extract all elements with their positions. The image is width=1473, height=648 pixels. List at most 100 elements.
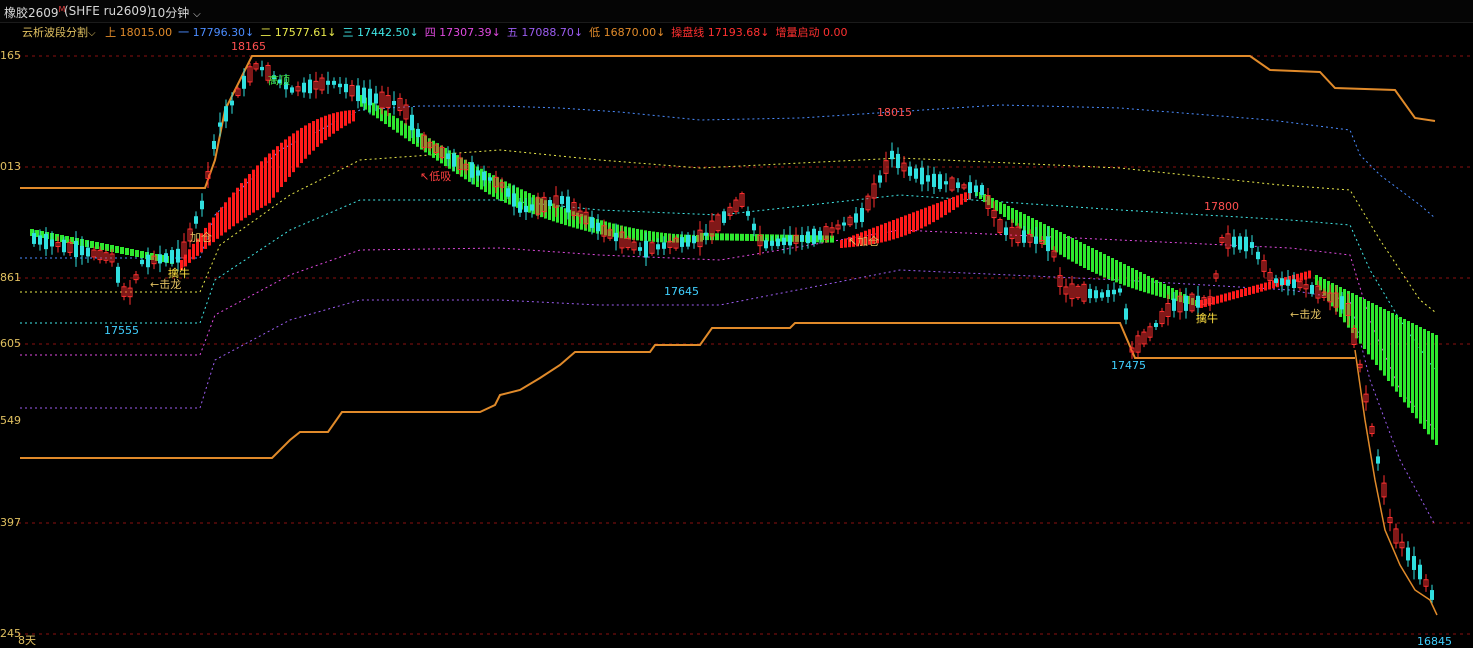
trend-ribbon-down [1107,256,1110,280]
candle-body [914,168,918,179]
trend-ribbon-down [90,241,94,248]
trend-ribbon-up [1224,293,1227,302]
trend-ribbon-up [276,146,279,193]
candle-body [32,233,36,244]
trend-ribbon-down [1151,278,1154,295]
candle-body [1034,236,1038,244]
indicator-item-7: 操盘线 17193.68↓ [671,26,770,39]
trend-ribbon-up [308,123,311,155]
candle-body [212,140,216,150]
trend-ribbon-up [1260,283,1263,292]
trend-ribbon-down [392,115,395,130]
signal-label: ←击龙 [150,278,182,291]
candle-body [1196,295,1200,308]
candle-body [230,100,234,106]
trend-ribbon-up [916,210,919,231]
trend-ribbon-up [316,119,319,147]
candle-body [140,259,144,265]
candle-body [488,177,492,181]
trend-ribbon-down [1359,297,1362,344]
trend-ribbon-up [264,157,267,206]
trend-ribbon-down [1079,242,1082,266]
trend-ribbon-up [900,216,903,237]
trend-ribbon-up [324,115,327,140]
trend-ribbon-up [924,207,927,227]
indicator-item-3: 三 17442.50↓ [342,26,419,39]
chevron-down-icon: ⌵ [88,28,96,39]
candle-body [596,222,600,232]
candle-body [356,85,360,102]
candle-body [1274,278,1278,283]
trend-ribbon-up [936,203,939,220]
upper-band-line [20,55,1436,189]
trend-ribbon-down [1111,258,1114,281]
trend-ribbon-up [280,142,283,188]
candle-body [62,239,66,253]
trend-ribbon-down [1147,276,1150,294]
instrument-label: 橡胶2609 [4,6,59,20]
indicator-name[interactable]: 云析波段分割⌵ [22,26,99,39]
candle-body [938,174,942,189]
candle-body [1046,236,1050,252]
trend-ribbon-down [745,233,749,241]
candle-body [374,93,378,104]
trend-ribbon-down [720,233,724,241]
trend-ribbon-up [352,110,355,122]
candle-body [1184,295,1188,311]
trend-ribbon-up [904,215,907,236]
candle-body [158,254,162,264]
peak-price-label: 17800 [1204,200,1239,213]
trend-ribbon-down [1427,331,1430,435]
candle-body [1118,288,1122,293]
trend-ribbon-up [932,204,935,223]
trend-ribbon-down [1139,272,1142,291]
candle-body [812,228,816,244]
trend-ribbon-up [1252,285,1255,294]
candle-body [1376,456,1380,464]
indicator-item-0: 上 18015.00 [105,26,173,39]
trend-ribbon-down [735,233,739,241]
indicator-item-6: 低 16870.00↓ [589,26,666,39]
trend-ribbon-up [892,220,895,240]
trend-ribbon-down [995,200,998,212]
candle-body [290,87,294,93]
y-tick-label: 013 [0,160,21,173]
candle-body [662,242,666,249]
trend-ribbon-down [1403,319,1406,403]
trend-ribbon-up [1236,290,1239,299]
trend-ribbon-up [944,200,947,216]
trend-ribbon-up [292,133,295,173]
candle-body [1022,230,1026,243]
signal-label: 擒牛 [1196,312,1218,325]
trend-ribbon-down [1399,317,1402,397]
candle-body [338,83,342,88]
candle-body [878,175,882,183]
candle-body [368,88,372,106]
period-selector[interactable]: 10分钟 ⌵ [150,4,201,21]
candle-body [926,175,930,182]
trend-ribbon-up [328,114,331,137]
trend-ribbon-up [284,139,287,182]
period-label: 10分钟 [150,6,190,20]
instrument-name[interactable]: 橡胶2609M [4,4,65,21]
candle-body [410,114,414,131]
candle-body [980,185,984,195]
candle-body [416,128,420,138]
candle-body [788,235,792,246]
trend-ribbon-down [1411,323,1414,413]
trend-ribbon-down [135,250,139,257]
candlestick-chart[interactable] [0,0,1473,648]
candle-body [1280,278,1284,286]
trend-ribbon-down [1123,264,1126,286]
trend-ribbon-up [228,197,231,230]
candle-body [656,244,660,250]
trend-ribbon-down [1115,260,1118,283]
candle-body [506,188,510,197]
trend-ribbon-up [928,206,931,225]
candle-body [854,213,858,223]
candle-body [704,232,708,236]
candle-body [470,162,474,178]
signal-label: 加仓 [190,231,212,244]
candle-body [512,193,516,207]
candle-body [920,167,924,185]
